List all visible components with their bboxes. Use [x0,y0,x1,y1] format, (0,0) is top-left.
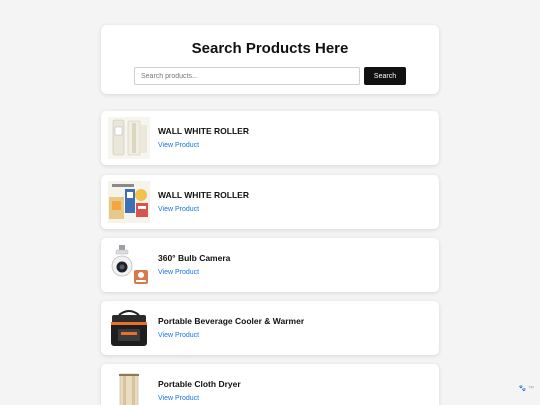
product-card[interactable]: Portable Beverage Cooler & Warmer View P… [101,301,439,355]
view-product-link[interactable]: View Product [158,395,199,402]
search-button[interactable]: Search [364,67,406,85]
view-product-link[interactable]: View Product [158,142,199,149]
product-name: Portable Beverage Cooler & Warmer [158,316,305,326]
cooler-icon[interactable] [108,307,150,349]
page-title: Search Products Here [191,40,349,57]
view-product-link[interactable]: View Product [158,332,199,339]
product-card[interactable]: Portable Cloth Dryer View Product [101,364,439,405]
wall-roller-icon[interactable] [108,117,150,159]
product-name: Portable Cloth Dryer [158,379,241,389]
view-product-link[interactable]: View Product [158,206,199,213]
search-input[interactable] [134,67,360,85]
product-card[interactable]: WALL WHITE ROLLER View Product [101,111,439,165]
bulb-camera-icon[interactable] [108,244,150,286]
product-name: 360° Bulb Camera [158,253,231,263]
wall-roller-icon[interactable] [108,181,150,223]
corner-logo: 🐾 ™ [518,386,534,392]
search-panel: Search Products Here Search [101,25,439,94]
view-product-link[interactable]: View Product [158,269,199,276]
product-card[interactable]: WALL WHITE ROLLER View Product [101,175,439,229]
product-card[interactable]: 360° Bulb Camera View Product [101,238,439,292]
product-name: WALL WHITE ROLLER [158,126,249,136]
product-name: WALL WHITE ROLLER [158,190,249,200]
cloth-dryer-icon[interactable] [108,370,150,405]
